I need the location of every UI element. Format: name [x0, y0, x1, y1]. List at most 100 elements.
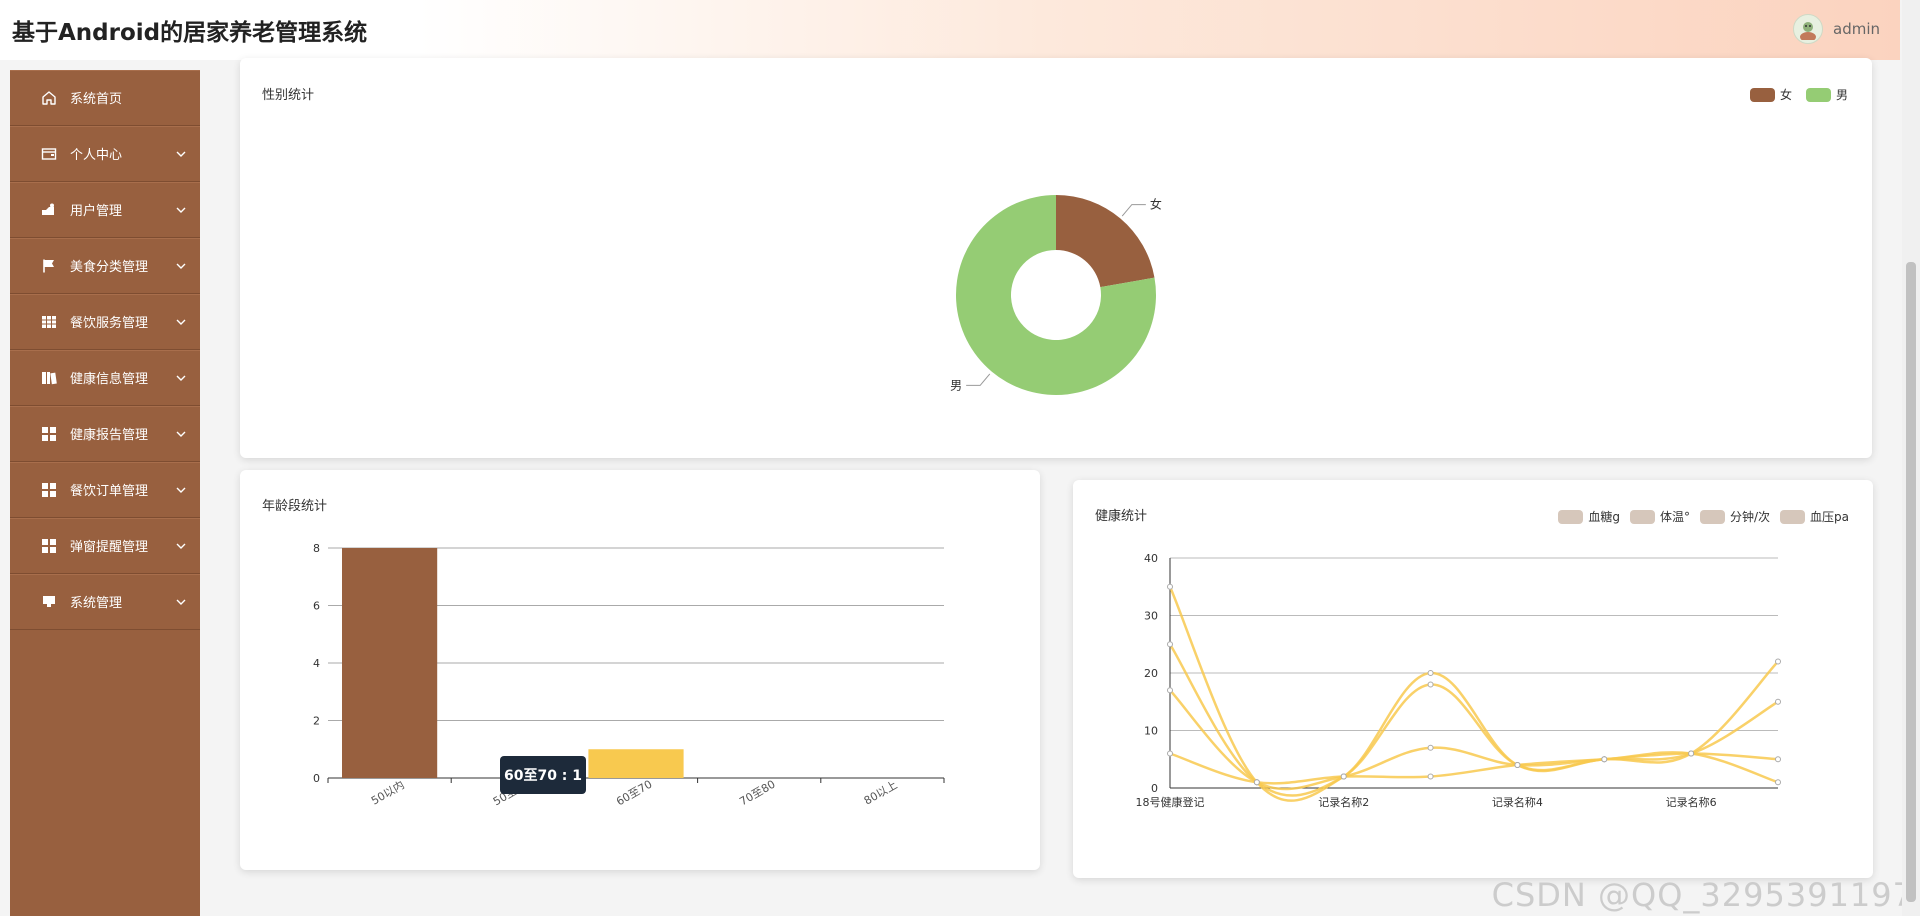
user-name[interactable]: admin	[1833, 20, 1880, 38]
pie-label-line	[966, 373, 991, 386]
sidebar-item-label: 弹窗提醒管理	[70, 540, 149, 555]
sidebar-item-home[interactable]: 系统首页	[10, 70, 200, 126]
sidebar-item-users[interactable]: 用户管理	[10, 182, 200, 238]
x-tick-label: 80以上	[862, 778, 900, 807]
sidebar-item-label: 个人中心	[70, 148, 123, 163]
data-point	[1514, 762, 1521, 768]
sidebar-item-orders[interactable]: 餐饮订单管理	[10, 462, 200, 518]
data-point	[1775, 756, 1781, 763]
bar	[342, 548, 438, 778]
chevron-down-icon	[174, 371, 188, 385]
sidebar-item-food-category[interactable]: 美食分类管理	[10, 238, 200, 294]
y-tick-label: 4	[313, 657, 320, 670]
top-header: 基于Android的居家养老管理系统 admin	[0, 0, 1900, 60]
sidebar-item-label: 用户管理	[70, 204, 123, 219]
data-point	[1775, 698, 1781, 705]
sidebar-item-label: 餐饮订单管理	[70, 484, 149, 499]
avatar[interactable]	[1793, 14, 1823, 44]
sidebar-item-label: 健康信息管理	[70, 372, 149, 387]
y-tick-label: 0	[1151, 782, 1158, 795]
chevron-down-icon	[174, 483, 188, 497]
sidebar-item-system[interactable]: 系统管理	[10, 574, 200, 630]
data-point	[1427, 681, 1434, 688]
y-tick-label: 10	[1144, 725, 1158, 738]
bar-tooltip: 60至70 : 1	[500, 756, 586, 794]
pie-label: 女	[1150, 197, 1162, 212]
watermark: CSDN @QQ_3295391197	[1491, 876, 1914, 914]
monitor-icon	[40, 593, 58, 611]
sidebar-item-profile[interactable]: 个人中心	[10, 126, 200, 182]
x-tick-label: 70至80	[737, 778, 777, 809]
grid-icon	[40, 313, 58, 331]
x-tick-label: 记录名称2	[1318, 795, 1369, 809]
apps-icon	[40, 425, 58, 443]
series-line	[1168, 643, 1779, 797]
pie-slice	[1056, 195, 1155, 288]
data-point	[1427, 670, 1434, 676]
data-point	[1601, 756, 1608, 763]
data-point	[1253, 779, 1260, 786]
sidebar-item-label: 系统首页	[70, 92, 123, 107]
x-tick-label: 记录名称4	[1492, 795, 1543, 809]
apps-icon	[40, 537, 58, 555]
data-point	[1167, 583, 1173, 590]
chevron-down-icon	[174, 539, 188, 553]
wallet-icon	[40, 145, 58, 163]
data-point	[1427, 744, 1434, 751]
home-icon	[40, 89, 58, 107]
x-tick-label: 60至70	[614, 778, 654, 809]
apps-icon	[40, 481, 58, 499]
sidebar: 系统首页 个人中心 用户管理 美食分类管理 餐饮服务管理 健康信息管理 健康报告…	[10, 70, 200, 916]
sidebar-item-label: 系统管理	[70, 596, 123, 611]
data-point	[1167, 641, 1173, 648]
user-manage-icon	[40, 201, 58, 219]
chevron-down-icon	[174, 259, 188, 273]
page-scrollbar[interactable]	[1902, 0, 1920, 916]
app-title: 基于Android的居家养老管理系统	[12, 20, 368, 46]
data-point	[1775, 658, 1781, 665]
y-tick-label: 8	[313, 542, 320, 555]
series-line	[1168, 586, 1779, 802]
flag-icon	[40, 257, 58, 275]
y-tick-label: 30	[1144, 610, 1158, 623]
sidebar-item-health-report[interactable]: 健康报告管理	[10, 406, 200, 462]
sidebar-item-catering[interactable]: 餐饮服务管理	[10, 294, 200, 350]
user-box[interactable]: admin	[1793, 14, 1880, 44]
data-point	[1427, 773, 1434, 780]
x-tick-label: 18号健康登记	[1136, 795, 1205, 809]
avatar-icon	[1800, 22, 1816, 40]
sidebar-item-popup-reminder[interactable]: 弹窗提醒管理	[10, 518, 200, 574]
y-tick-label: 6	[313, 600, 320, 613]
y-tick-label: 2	[313, 715, 320, 728]
chevron-down-icon	[174, 595, 188, 609]
chevron-down-icon	[174, 203, 188, 217]
series-line	[1169, 689, 1779, 791]
health-line-chart: 0 10 20 30 40 18号健康登记 记录名称2 记录名称4 记录名称6	[1136, 552, 1781, 809]
pie-label: 男	[950, 378, 962, 392]
sidebar-item-label: 餐饮服务管理	[70, 316, 149, 331]
y-tick-label: 20	[1144, 667, 1158, 680]
pie-label-line	[1121, 204, 1146, 217]
gender-donut-chart: 女男	[950, 195, 1162, 395]
sidebar-item-health-info[interactable]: 健康信息管理	[10, 350, 200, 406]
data-point	[1688, 750, 1695, 757]
sidebar-item-label: 健康报告管理	[70, 428, 149, 443]
data-point	[1340, 773, 1347, 780]
data-point	[1167, 750, 1173, 757]
health-chart-panel: 健康统计 血糖g 体温° 分钟/次 血压pa 0 10 20 30 40 18号健康登记记…	[1073, 480, 1873, 878]
gender-chart-panel: 性别统计 女 男 女男	[240, 58, 1872, 458]
sidebar-item-label: 美食分类管理	[70, 260, 149, 275]
data-point	[1775, 779, 1781, 786]
age-bar-chart: 0246850以内50至6060至7070至8080以上	[313, 542, 945, 809]
book-icon	[40, 369, 58, 387]
chevron-down-icon	[174, 315, 188, 329]
y-tick-label: 0	[313, 772, 320, 785]
scroll-thumb[interactable]	[1906, 262, 1916, 902]
chevron-down-icon	[174, 427, 188, 441]
y-tick-label: 40	[1144, 552, 1158, 565]
data-point	[1167, 687, 1173, 694]
x-tick-label: 记录名称6	[1666, 795, 1717, 809]
x-tick-label: 50以内	[369, 777, 407, 807]
age-chart-panel: 年龄段统计 0246850以内50至6060至7070至8080以上	[240, 470, 1040, 870]
chevron-down-icon	[174, 147, 188, 161]
